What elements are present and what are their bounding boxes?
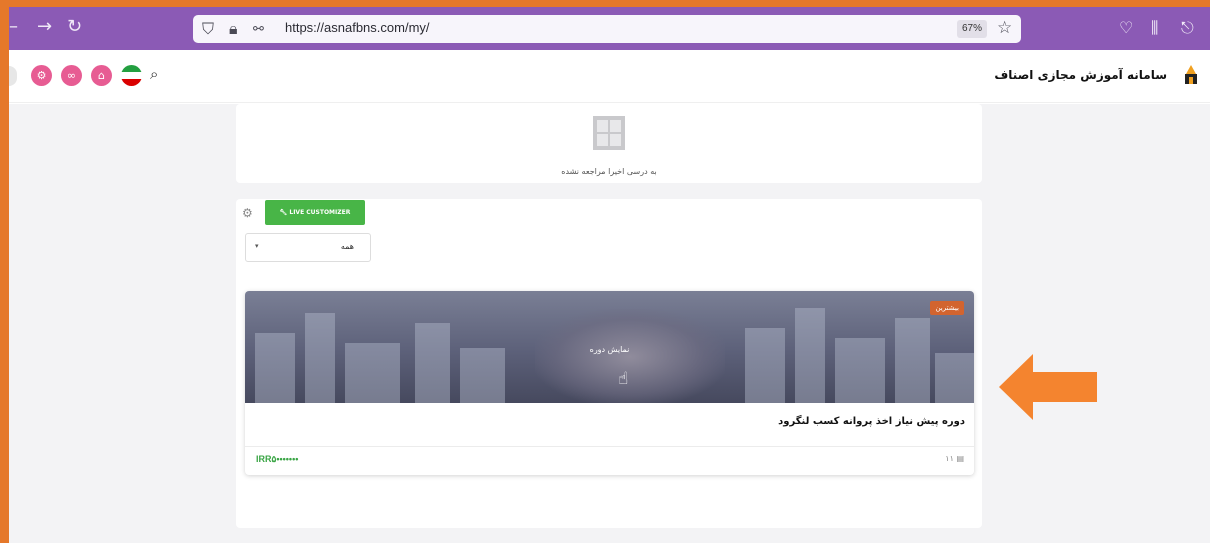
block-settings-icon[interactable]: ⚙ [242, 206, 253, 220]
site-title[interactable]: سامانه آموزش مجازی اصناف [994, 68, 1167, 82]
handshake-image [535, 309, 725, 403]
filter-selected-value: همه [340, 242, 354, 251]
tracking-shield-icon[interactable]: ⛉ [202, 19, 214, 39]
lessons-count: ۱۱ ▤ [945, 454, 964, 463]
lessons-count-value: ۱۱ [945, 454, 954, 463]
card-divider [245, 446, 974, 447]
chevron-down-icon: ▾ [255, 242, 259, 250]
site-header: ⚙ ∞ ⌂ ⌕ سامانه آموزش مجازی اصناف [9, 50, 1210, 103]
course-image[interactable]: بیشترین نمایش دوره ☝ [245, 291, 974, 403]
url-text[interactable]: https://asnafbns.com/my/ [285, 20, 430, 35]
orange-left-arrow-icon [999, 354, 1097, 420]
course-price: IRR۵••••••• [256, 454, 299, 464]
bookmark-star-icon[interactable]: ☆ [997, 18, 1012, 38]
zoom-level-badge[interactable]: 67% [957, 20, 987, 38]
library-icon[interactable]: ⫼ [1151, 18, 1158, 38]
reload-icon[interactable]: ↻ [67, 17, 82, 37]
settings-gear-icon[interactable]: ⚙ [31, 65, 52, 86]
pocket-icon[interactable]: ♡ [1119, 18, 1133, 38]
back-icon[interactable]: – [9, 17, 18, 37]
course-badge: بیشترین [930, 301, 964, 315]
lock-icon[interactable]: 🔒︎ [229, 19, 238, 39]
course-card[interactable]: بیشترین نمایش دوره ☝ دوره پیش نیاز اخذ پ… [245, 291, 974, 475]
forward-icon[interactable]: → [37, 17, 52, 37]
search-icon[interactable]: ⌕ [150, 65, 158, 83]
site-logo-icon[interactable] [1182, 64, 1200, 88]
home-icon[interactable]: ⌂ [91, 65, 112, 86]
iran-flag-icon[interactable] [121, 65, 142, 86]
share-icon[interactable]: ⎋ [1181, 18, 1194, 38]
live-customizer-label: LIVE CUSTOMIZER [289, 209, 351, 216]
recent-empty-text: به درسی اخیرا مراجعه نشده [561, 167, 657, 176]
empty-courses-icon [593, 116, 625, 150]
lessons-icon: ▤ [956, 454, 964, 463]
link-icon[interactable]: ∞ [61, 65, 82, 86]
course-filter-select[interactable]: همه ▾ [245, 233, 371, 262]
view-course-label[interactable]: نمایش دوره [245, 345, 974, 354]
wrench-icon: 🔧︎ [279, 209, 288, 216]
hand-cursor-icon: ☝ [618, 369, 629, 389]
address-bar[interactable]: ⛉ 🔒︎ ⚯ https://asnafbns.com/my/ 67% ☆ [193, 15, 1021, 43]
course-title[interactable]: دوره پیش نیاز اخذ پروانه کسب لنگرود [778, 416, 965, 427]
screenshot-frame-top [0, 0, 1210, 7]
courses-panel: ⚙ 🔧︎ LIVE CUSTOMIZER همه ▾ بیشترین نمایش… [236, 199, 982, 528]
browser-toolbar: – → ↻ ⛉ 🔒︎ ⚯ https://asnafbns.com/my/ 67… [9, 7, 1210, 50]
recent-courses-card: به درسی اخیرا مراجعه نشده [236, 104, 982, 183]
permissions-icon[interactable]: ⚯ [253, 20, 264, 40]
screenshot-frame-left [0, 0, 9, 543]
user-avatar-edge[interactable] [9, 66, 17, 86]
live-customizer-button[interactable]: 🔧︎ LIVE CUSTOMIZER [265, 200, 365, 225]
